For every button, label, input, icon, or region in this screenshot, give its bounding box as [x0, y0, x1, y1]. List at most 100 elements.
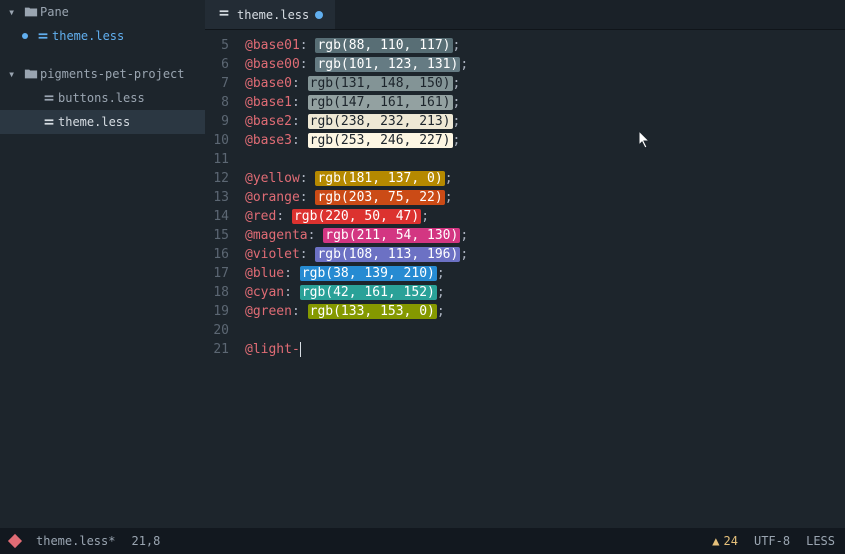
warning-count: 24	[724, 534, 738, 548]
line-number: 10	[205, 131, 229, 150]
status-encoding[interactable]: UTF-8	[754, 534, 790, 548]
project-root[interactable]: ▾ pigments-pet-project	[0, 62, 205, 86]
code-line[interactable]: @base0: rgb(131, 148, 150);	[245, 74, 845, 93]
less-file-icon	[40, 91, 58, 105]
file-entry[interactable]: buttons.less	[0, 86, 205, 110]
folder-icon	[22, 67, 40, 81]
code-line[interactable]	[245, 321, 845, 340]
code-line[interactable]: @red: rgb(220, 50, 47);	[245, 207, 845, 226]
semicolon-token: ;	[460, 228, 468, 243]
semicolon-token: ;	[453, 95, 461, 110]
variable-token: @base1	[245, 95, 292, 110]
code-line[interactable]: @base01: rgb(88, 110, 117);	[245, 36, 845, 55]
semicolon-token: ;	[445, 190, 453, 205]
colon-token: :	[292, 304, 308, 319]
color-swatch: rgb(203, 75, 22)	[315, 190, 444, 205]
project-name: pigments-pet-project	[40, 67, 185, 81]
chevron-down-icon: ▾	[8, 67, 22, 81]
line-number: 13	[205, 188, 229, 207]
code-line[interactable]: @cyan: rgb(42, 161, 152);	[245, 283, 845, 302]
less-file-icon	[34, 29, 52, 43]
file-tree-sidebar: ▾ Pane theme.less ▾ pigments-pet-project	[0, 0, 205, 528]
colon-token: :	[308, 228, 324, 243]
line-number: 19	[205, 302, 229, 321]
semicolon-token: ;	[453, 76, 461, 91]
code-editor[interactable]: 56789101112131415161718192021 @base01: r…	[205, 30, 845, 528]
color-swatch: rgb(147, 161, 161)	[308, 95, 453, 110]
status-grammar[interactable]: LESS	[806, 534, 835, 548]
code-line[interactable]: @base2: rgb(238, 232, 213);	[245, 112, 845, 131]
line-number: 16	[205, 245, 229, 264]
status-cursor-position[interactable]: 21,8	[131, 534, 160, 548]
code-line[interactable]: @base1: rgb(147, 161, 161);	[245, 93, 845, 112]
variable-token: @light-	[245, 342, 300, 357]
color-swatch: rgb(131, 148, 150)	[308, 76, 453, 91]
colon-token: :	[284, 266, 300, 281]
semicolon-token: ;	[437, 266, 445, 281]
color-swatch: rgb(133, 153, 0)	[308, 304, 437, 319]
editor-pane: theme.less 56789101112131415161718192021…	[205, 0, 845, 528]
active-indicator-icon	[22, 33, 28, 39]
code-content[interactable]: @base01: rgb(88, 110, 117);@base00: rgb(…	[237, 30, 845, 528]
color-swatch: rgb(101, 123, 131)	[315, 57, 460, 72]
variable-token: @orange	[245, 190, 300, 205]
code-line[interactable]: @magenta: rgb(211, 54, 130);	[245, 226, 845, 245]
status-warnings[interactable]: ▲ 24	[712, 534, 738, 548]
variable-token: @base01	[245, 38, 300, 53]
variable-token: @base0	[245, 76, 292, 91]
code-line[interactable]: @yellow: rgb(181, 137, 0);	[245, 169, 845, 188]
colon-token: :	[292, 114, 308, 129]
line-number: 15	[205, 226, 229, 245]
colon-token: :	[300, 171, 316, 186]
variable-token: @base3	[245, 133, 292, 148]
colon-token: :	[292, 133, 308, 148]
color-swatch: rgb(108, 113, 196)	[315, 247, 460, 262]
color-swatch: rgb(42, 161, 152)	[300, 285, 437, 300]
colon-token: :	[284, 285, 300, 300]
colon-token: :	[300, 247, 316, 262]
modified-indicator-icon	[315, 11, 323, 19]
color-swatch: rgb(88, 110, 117)	[315, 38, 452, 53]
file-entry[interactable]: theme.less	[0, 110, 205, 134]
line-number: 7	[205, 74, 229, 93]
tab-theme-less[interactable]: theme.less	[205, 0, 335, 29]
line-number: 14	[205, 207, 229, 226]
colon-token: :	[292, 76, 308, 91]
file-name: buttons.less	[58, 91, 145, 105]
error-indicator-icon[interactable]	[8, 534, 22, 548]
line-number: 21	[205, 340, 229, 359]
chevron-down-icon: ▾	[8, 5, 22, 19]
folder-icon	[22, 5, 40, 19]
variable-token: @green	[245, 304, 292, 319]
semicolon-token: ;	[437, 285, 445, 300]
variable-token: @base00	[245, 57, 300, 72]
code-line[interactable]: @blue: rgb(38, 139, 210);	[245, 264, 845, 283]
less-file-icon	[217, 6, 231, 23]
code-line[interactable]	[245, 150, 845, 169]
line-number: 8	[205, 93, 229, 112]
code-line[interactable]: @orange: rgb(203, 75, 22);	[245, 188, 845, 207]
semicolon-token: ;	[421, 209, 429, 224]
code-line[interactable]: @base00: rgb(101, 123, 131);	[245, 55, 845, 74]
line-gutter: 56789101112131415161718192021	[205, 30, 237, 528]
code-line[interactable]: @green: rgb(133, 153, 0);	[245, 302, 845, 321]
line-number: 17	[205, 264, 229, 283]
semicolon-token: ;	[460, 247, 468, 262]
open-file-entry[interactable]: theme.less	[0, 24, 205, 48]
color-swatch: rgb(253, 246, 227)	[308, 133, 453, 148]
colon-token: :	[300, 38, 316, 53]
status-filename[interactable]: theme.less*	[36, 534, 115, 548]
code-line[interactable]: @violet: rgb(108, 113, 196);	[245, 245, 845, 264]
code-line[interactable]: @light-	[245, 340, 845, 359]
code-line[interactable]: @base3: rgb(253, 246, 227);	[245, 131, 845, 150]
variable-token: @violet	[245, 247, 300, 262]
semicolon-token: ;	[460, 57, 468, 72]
colon-token: :	[292, 95, 308, 110]
file-name: theme.less	[58, 115, 130, 129]
semicolon-token: ;	[445, 171, 453, 186]
pane-header[interactable]: ▾ Pane	[0, 0, 205, 24]
color-swatch: rgb(238, 232, 213)	[308, 114, 453, 129]
variable-token: @cyan	[245, 285, 284, 300]
status-bar: theme.less* 21,8 ▲ 24 UTF-8 LESS	[0, 528, 845, 554]
less-file-icon	[40, 115, 58, 129]
